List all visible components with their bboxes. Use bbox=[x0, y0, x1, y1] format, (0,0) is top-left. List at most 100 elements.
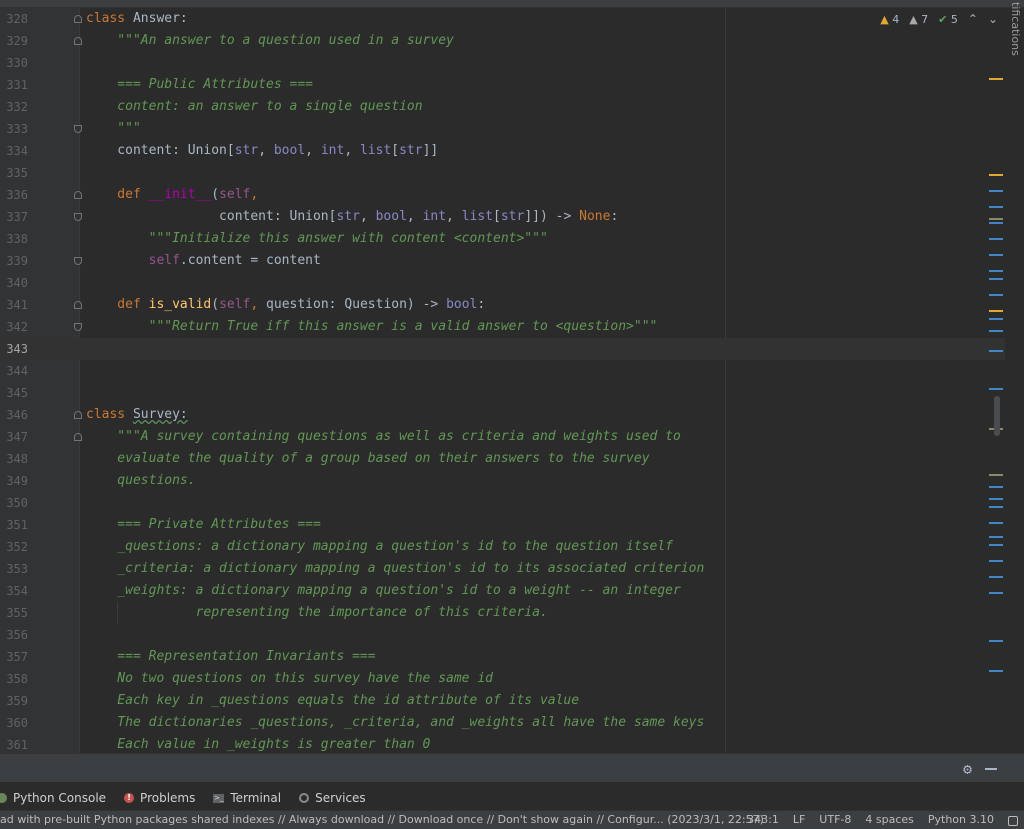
warning-count[interactable]: ▲ 4 bbox=[880, 13, 899, 26]
error-stripe-marker[interactable] bbox=[989, 576, 1003, 578]
gear-icon[interactable]: ⚙ bbox=[963, 760, 972, 778]
fold-marker-icon[interactable] bbox=[74, 15, 82, 23]
code-line[interactable]: 330 bbox=[0, 52, 1005, 74]
fold-marker-icon[interactable] bbox=[74, 213, 82, 221]
error-stripe-marker[interactable] bbox=[989, 498, 1003, 500]
next-highlight-icon[interactable]: ⌄ bbox=[988, 12, 998, 26]
code-token: _questions: a dictionary mapping a quest… bbox=[86, 539, 673, 554]
code-line[interactable]: 331 === Public Attributes === bbox=[0, 74, 1005, 96]
code-line[interactable]: 352 _questions: a dictionary mapping a q… bbox=[0, 536, 1005, 558]
code-line[interactable]: 340 bbox=[0, 272, 1005, 294]
code-line[interactable]: 350 bbox=[0, 492, 1005, 514]
code-line[interactable]: 346 class Survey: bbox=[0, 404, 1005, 426]
error-stripe-marker[interactable] bbox=[989, 78, 1003, 80]
error-stripe-marker[interactable] bbox=[989, 238, 1003, 240]
tab-terminal[interactable]: >_ Terminal bbox=[213, 791, 281, 805]
fold-marker-icon[interactable] bbox=[74, 411, 82, 419]
editor-scrollbar[interactable] bbox=[989, 8, 1024, 753]
error-stripe-marker[interactable] bbox=[989, 318, 1003, 320]
code-line[interactable]: 328 class Answer: bbox=[0, 8, 1005, 30]
code-editor[interactable]: 328 class Answer: 329 """An answer to a qu… bbox=[0, 8, 1005, 753]
error-stripe-marker[interactable] bbox=[989, 350, 1003, 352]
error-stripe-marker[interactable] bbox=[989, 522, 1003, 524]
code-line[interactable]: 333 """ bbox=[0, 118, 1005, 140]
code-line[interactable]: 359 Each key in _questions equals the id… bbox=[0, 690, 1005, 712]
scrollbar-thumb[interactable] bbox=[994, 396, 1000, 436]
notifications-side-tab[interactable]: tifications bbox=[1008, 2, 1022, 62]
code-line[interactable]: 345 bbox=[0, 382, 1005, 404]
code-line[interactable]: 343 bbox=[0, 338, 1005, 360]
error-stripe-marker[interactable] bbox=[989, 330, 1003, 332]
code-line[interactable]: 338 """Initialize this answer with conte… bbox=[0, 228, 1005, 250]
code-line[interactable]: 334 content: Union[str, bool, int, list[… bbox=[0, 140, 1005, 162]
code-line[interactable]: 348 evaluate the quality of a group base… bbox=[0, 448, 1005, 470]
file-encoding[interactable]: UTF-8 bbox=[819, 813, 851, 826]
error-stripe-marker[interactable] bbox=[989, 254, 1003, 256]
error-stripe-marker[interactable] bbox=[989, 486, 1003, 488]
code-line[interactable]: 349 questions. bbox=[0, 470, 1005, 492]
weak-warning-count[interactable]: ▲ 7 bbox=[909, 13, 928, 26]
error-stripe-marker[interactable] bbox=[989, 310, 1003, 312]
error-stripe-marker[interactable] bbox=[989, 174, 1003, 176]
error-stripe-marker[interactable] bbox=[989, 536, 1003, 538]
fold-marker-icon[interactable] bbox=[74, 191, 82, 199]
error-stripe-marker[interactable] bbox=[989, 278, 1003, 280]
code-line[interactable]: 351 === Private Attributes === bbox=[0, 514, 1005, 536]
fold-marker-icon[interactable] bbox=[74, 433, 82, 441]
status-message[interactable]: ad with pre-built Python packages shared… bbox=[0, 813, 764, 826]
code-line[interactable]: 332 content: an answer to a single quest… bbox=[0, 96, 1005, 118]
error-stripe-marker[interactable] bbox=[989, 190, 1003, 192]
inspection-widget[interactable]: ▲ 4 ▲ 7 ✔ 5 ⌃ ⌄ bbox=[880, 12, 998, 26]
tab-services[interactable]: Services bbox=[299, 791, 366, 805]
tab-problems[interactable]: ! Problems bbox=[124, 791, 195, 805]
code-line[interactable]: 353 _criteria: a dictionary mapping a qu… bbox=[0, 558, 1005, 580]
error-stripe-marker[interactable] bbox=[989, 270, 1003, 272]
python-icon bbox=[0, 793, 7, 803]
code-text: questions. bbox=[86, 470, 195, 492]
cursor-position[interactable]: 343:1 bbox=[747, 813, 779, 826]
code-line[interactable]: 358 No two questions on this survey have… bbox=[0, 668, 1005, 690]
error-stripe-marker[interactable] bbox=[989, 560, 1003, 562]
fold-marker-icon[interactable] bbox=[74, 301, 82, 309]
python-interpreter[interactable]: Python 3.10 bbox=[928, 813, 994, 826]
error-stripe-marker[interactable] bbox=[989, 218, 1003, 220]
code-line[interactable]: 342 """Return True iff this answer is a … bbox=[0, 316, 1005, 338]
fold-marker-icon[interactable] bbox=[74, 323, 82, 331]
error-stripe-marker[interactable] bbox=[989, 506, 1003, 508]
code-line[interactable]: 341 def is_valid(self, question: Questio… bbox=[0, 294, 1005, 316]
code-line[interactable]: 336 def __init__(self, bbox=[0, 184, 1005, 206]
error-stripe-marker[interactable] bbox=[989, 640, 1003, 642]
previous-highlight-icon[interactable]: ⌃ bbox=[968, 12, 978, 26]
code-line[interactable]: 357 === Representation Invariants === bbox=[0, 646, 1005, 668]
fold-marker-icon[interactable] bbox=[74, 37, 82, 45]
error-stripe-marker[interactable] bbox=[989, 388, 1003, 390]
code-line[interactable]: 337 content: Union[str, bool, int, list[… bbox=[0, 206, 1005, 228]
code-line[interactable]: 344 bbox=[0, 360, 1005, 382]
code-line[interactable]: 329 """An answer to a question used in a… bbox=[0, 30, 1005, 52]
error-stripe-marker[interactable] bbox=[989, 474, 1003, 476]
code-line[interactable]: 355 representing the importance of this … bbox=[0, 602, 1005, 624]
error-stripe-marker[interactable] bbox=[989, 294, 1003, 296]
typo-count[interactable]: ✔ 5 bbox=[938, 13, 958, 26]
indent-setting[interactable]: 4 spaces bbox=[865, 813, 914, 826]
error-stripe-marker[interactable] bbox=[989, 544, 1003, 546]
code-line[interactable]: 356 bbox=[0, 624, 1005, 646]
fold-marker-icon[interactable] bbox=[74, 257, 82, 265]
code-line[interactable]: 347 """A survey containing questions as … bbox=[0, 426, 1005, 448]
error-stripe-marker[interactable] bbox=[989, 592, 1003, 594]
code-line[interactable]: 354 _weights: a dictionary mapping a que… bbox=[0, 580, 1005, 602]
line-separator[interactable]: LF bbox=[793, 813, 805, 826]
code-line[interactable]: 361 Each value in _weights is greater th… bbox=[0, 734, 1005, 753]
code-line[interactable]: 360 The dictionaries _questions, _criter… bbox=[0, 712, 1005, 734]
error-stripe-marker[interactable] bbox=[989, 670, 1003, 672]
fold-marker-icon[interactable] bbox=[74, 125, 82, 133]
code-line[interactable]: 335 bbox=[0, 162, 1005, 184]
code-line[interactable]: 339 self.content = content bbox=[0, 250, 1005, 272]
line-number: 338 bbox=[6, 232, 28, 246]
line-number: 329 bbox=[6, 34, 28, 48]
error-stripe-marker[interactable] bbox=[989, 222, 1003, 224]
lock-icon[interactable] bbox=[1008, 816, 1018, 826]
tab-python-console[interactable]: Python Console bbox=[0, 791, 106, 805]
error-stripe-marker[interactable] bbox=[989, 206, 1003, 208]
minimize-icon[interactable] bbox=[985, 768, 997, 770]
